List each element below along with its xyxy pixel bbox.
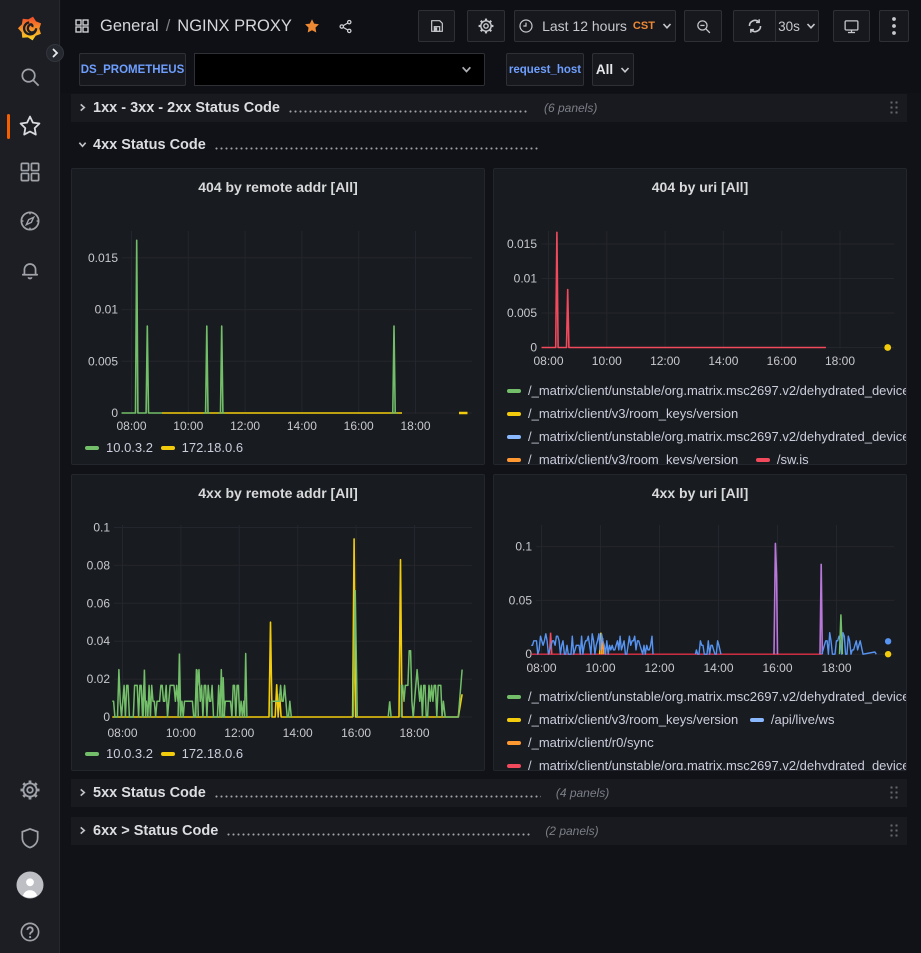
svg-text:0: 0	[530, 341, 537, 355]
svg-text:0.005: 0.005	[507, 306, 537, 320]
svg-text:16:00: 16:00	[341, 726, 371, 740]
svg-text:14:00: 14:00	[703, 661, 733, 675]
svg-text:0.015: 0.015	[88, 251, 118, 265]
svg-text:0: 0	[111, 406, 118, 420]
svg-text:10:00: 10:00	[592, 354, 622, 368]
svg-text:0.1: 0.1	[93, 521, 110, 535]
svg-text:16:00: 16:00	[767, 354, 797, 368]
svg-text:16:00: 16:00	[762, 661, 792, 675]
svg-text:0.05: 0.05	[509, 593, 533, 607]
svg-text:0.005: 0.005	[88, 354, 118, 368]
svg-text:08:00: 08:00	[526, 661, 556, 675]
svg-text:0.06: 0.06	[87, 596, 111, 610]
svg-text:18:00: 18:00	[399, 726, 429, 740]
svg-text:0.1: 0.1	[515, 540, 532, 554]
svg-text:0.08: 0.08	[87, 558, 111, 572]
svg-text:08:00: 08:00	[107, 726, 137, 740]
svg-text:12:00: 12:00	[650, 354, 680, 368]
svg-text:14:00: 14:00	[708, 354, 738, 368]
svg-text:14:00: 14:00	[287, 419, 317, 433]
svg-text:18:00: 18:00	[821, 661, 851, 675]
svg-text:0.01: 0.01	[95, 303, 119, 317]
svg-text:12:00: 12:00	[230, 419, 260, 433]
svg-text:0.02: 0.02	[87, 672, 111, 686]
svg-text:10:00: 10:00	[585, 661, 615, 675]
svg-text:10:00: 10:00	[166, 726, 196, 740]
svg-text:18:00: 18:00	[825, 354, 855, 368]
svg-text:10:00: 10:00	[173, 419, 203, 433]
svg-text:14:00: 14:00	[283, 726, 313, 740]
svg-text:0.04: 0.04	[87, 634, 111, 648]
svg-text:08:00: 08:00	[116, 419, 146, 433]
svg-text:12:00: 12:00	[224, 726, 254, 740]
svg-text:0.015: 0.015	[507, 237, 537, 251]
svg-text:18:00: 18:00	[400, 419, 430, 433]
svg-text:08:00: 08:00	[533, 354, 563, 368]
svg-text:0: 0	[103, 710, 110, 724]
svg-text:0.01: 0.01	[514, 272, 538, 286]
svg-text:12:00: 12:00	[644, 661, 674, 675]
svg-text:16:00: 16:00	[344, 419, 374, 433]
